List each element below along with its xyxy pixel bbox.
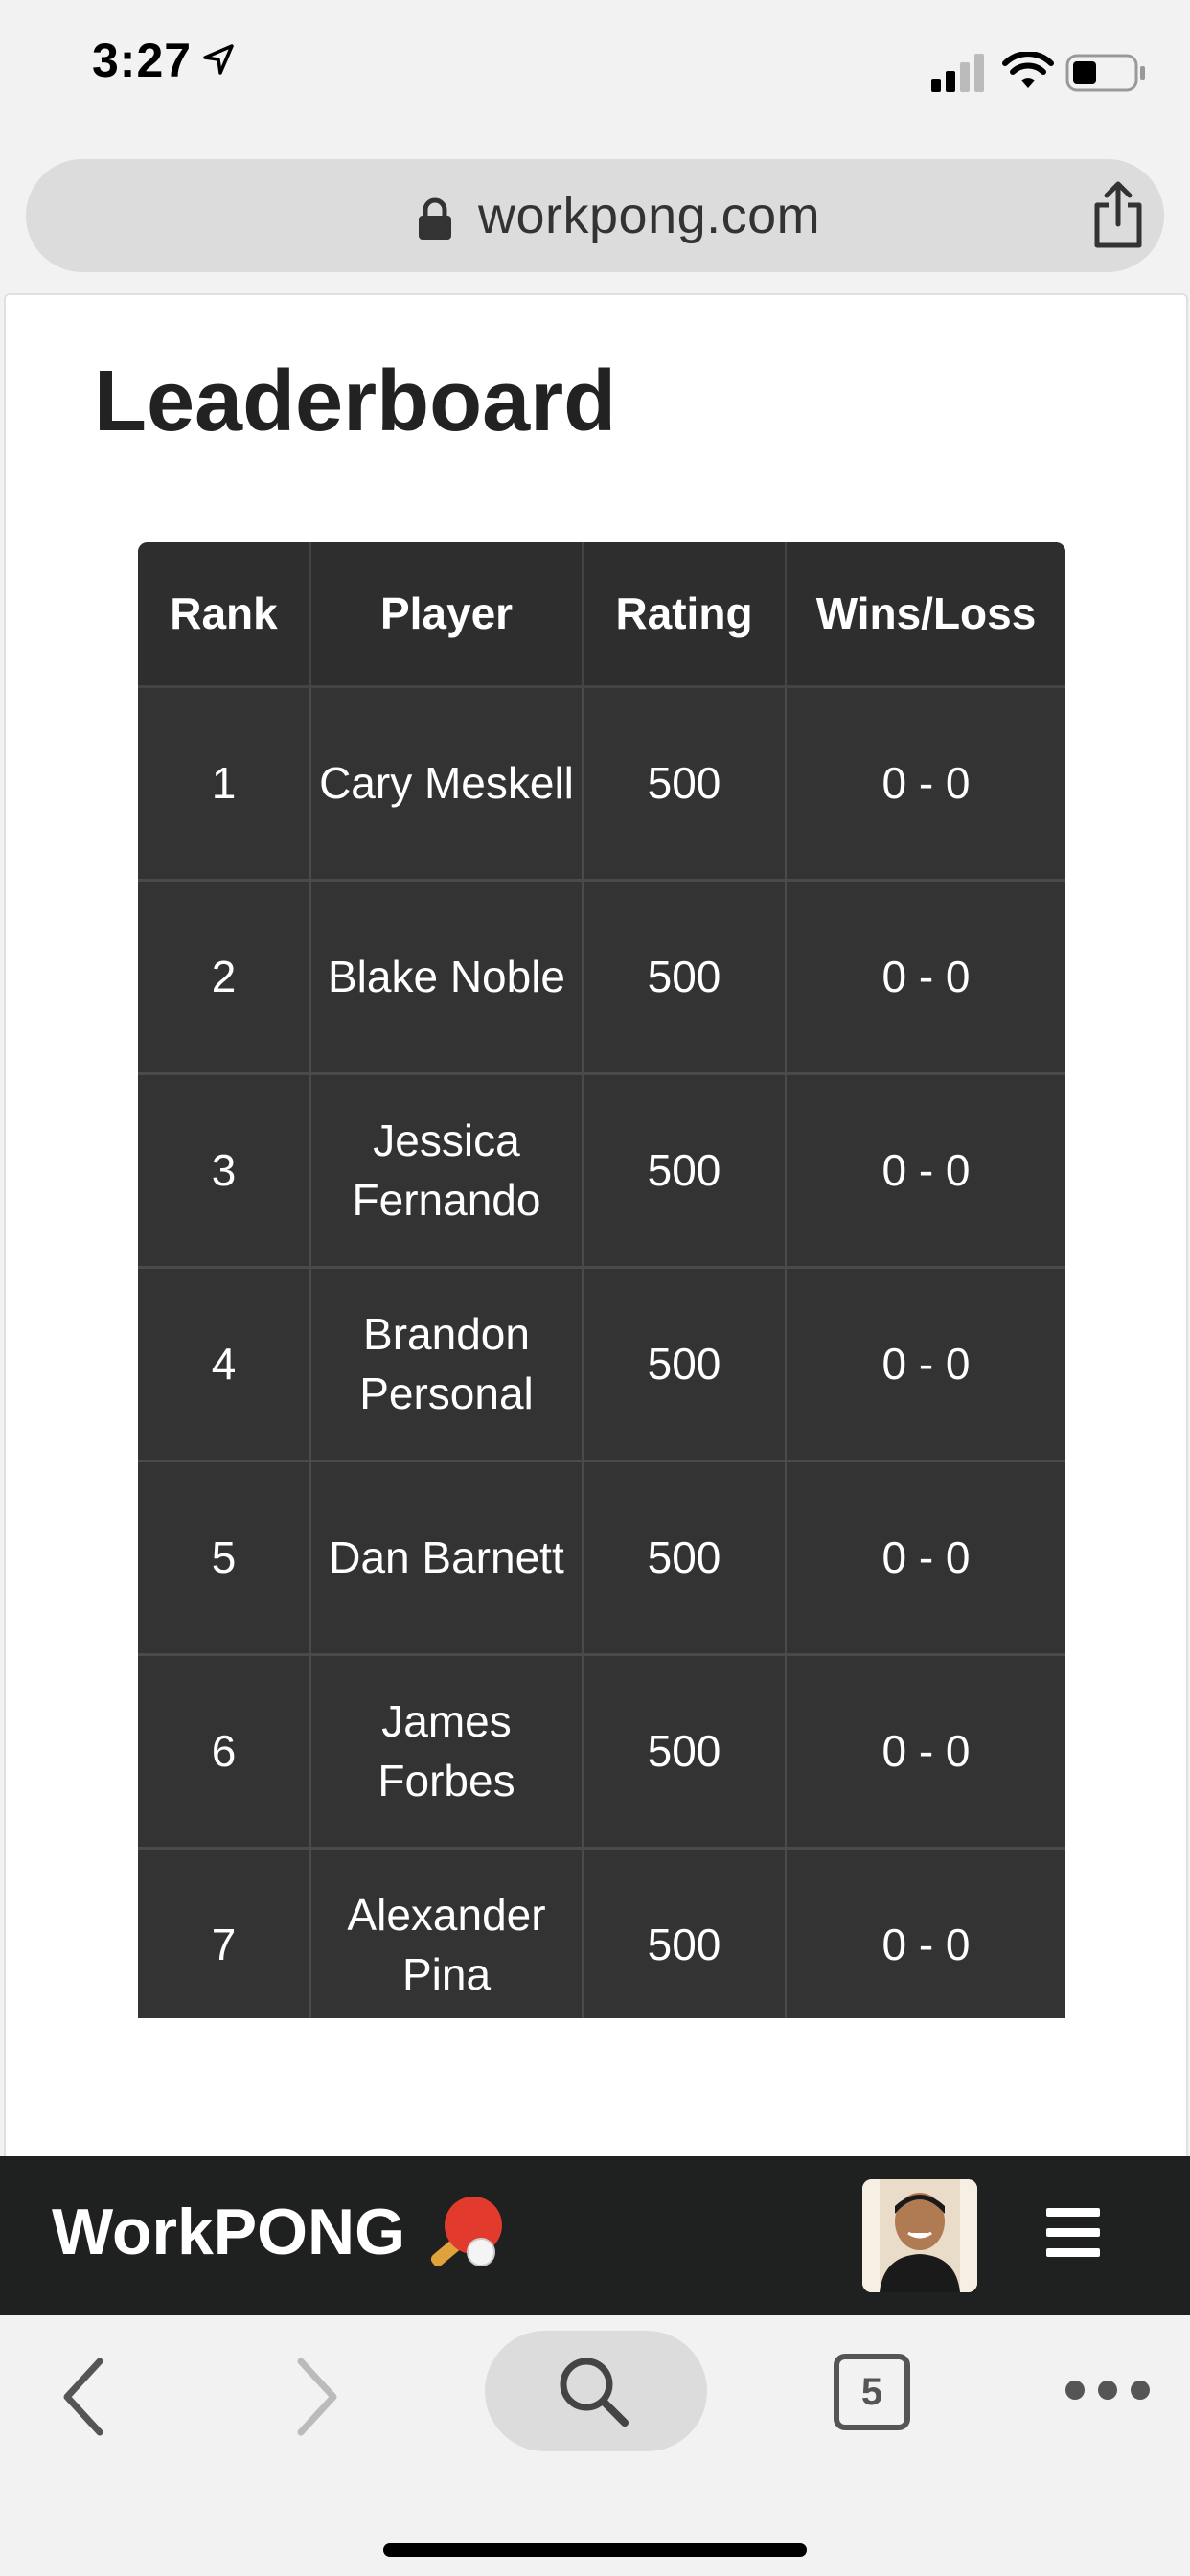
rating-cell: 500	[583, 1073, 787, 1269]
cellular-signal-icon	[931, 54, 984, 92]
record-cell: 0 - 0	[786, 1654, 1065, 1850]
record-cell: 0 - 0	[786, 880, 1065, 1075]
record-cell: 0 - 0	[786, 1848, 1065, 2018]
forward-arrow-icon[interactable]	[289, 2354, 343, 2440]
rating-cell: 500	[583, 1460, 787, 1656]
more-options-icon[interactable]	[1064, 2377, 1152, 2404]
address-bar[interactable]: workpong.com	[26, 159, 1164, 272]
column-header-rating: Rating	[583, 542, 787, 688]
leaderboard-table: Rank Player Rating Wins/Loss 1 Cary Mesk…	[138, 542, 1065, 2018]
table-row: 5 Dan Barnett 500 0 - 0	[138, 1460, 1065, 1656]
browser-toolbar: 5	[0, 2315, 1190, 2576]
lock-icon	[419, 197, 451, 240]
search-button[interactable]	[485, 2331, 707, 2451]
rank-cell: 3	[138, 1073, 311, 1269]
table-row: 6 James Forbes 500 0 - 0	[138, 1654, 1065, 1850]
table-row: 7 Alexander Pina 500 0 - 0	[138, 1848, 1065, 2018]
player-cell: James Forbes	[310, 1654, 584, 1850]
location-arrow-icon	[203, 44, 234, 75]
page-title: Leaderboard	[94, 354, 617, 449]
site-navbar: WorkPONG	[0, 2156, 1190, 2315]
search-icon	[560, 2358, 629, 2426]
battery-icon	[1065, 54, 1145, 92]
hamburger-menu-icon[interactable]	[1046, 2208, 1100, 2262]
url-text[interactable]: workpong.com	[478, 186, 820, 245]
status-time: 3:27	[92, 34, 193, 87]
record-cell: 0 - 0	[786, 686, 1065, 882]
home-indicator[interactable]	[383, 2543, 807, 2557]
status-bar: 3:27	[0, 0, 1190, 134]
rank-cell: 6	[138, 1654, 311, 1850]
column-header-player: Player	[310, 542, 584, 688]
brand-logo-text[interactable]: WorkPONG	[52, 2195, 405, 2269]
player-cell: Blake Noble	[310, 880, 584, 1075]
wifi-icon	[1002, 52, 1054, 88]
rating-cell: 500	[583, 686, 787, 882]
user-avatar[interactable]	[862, 2179, 977, 2292]
rating-cell: 500	[583, 1654, 787, 1850]
rank-cell: 4	[138, 1267, 311, 1462]
rank-cell: 2	[138, 880, 311, 1075]
player-cell: Brandon Personal	[310, 1267, 584, 1462]
column-header-rank: Rank	[138, 542, 311, 688]
column-header-record: Wins/Loss	[786, 542, 1065, 688]
rank-cell: 5	[138, 1460, 311, 1656]
player-cell: Dan Barnett	[310, 1460, 584, 1656]
table-row: 4 Brandon Personal 500 0 - 0	[138, 1267, 1065, 1462]
table-row: 3 Jessica Fernando 500 0 - 0	[138, 1073, 1065, 1269]
rating-cell: 500	[583, 880, 787, 1075]
table-header-row: Rank Player Rating Wins/Loss	[138, 542, 1065, 688]
player-cell: Jessica Fernando	[310, 1073, 584, 1269]
record-cell: 0 - 0	[786, 1073, 1065, 1269]
table-row: 1 Cary Meskell 500 0 - 0	[138, 686, 1065, 882]
web-page: Leaderboard Rank Player Rating Wins/Loss…	[4, 293, 1188, 2156]
record-cell: 0 - 0	[786, 1460, 1065, 1656]
player-cell: Alexander Pina	[310, 1848, 584, 2018]
rating-cell: 500	[583, 1848, 787, 2018]
back-arrow-icon[interactable]	[57, 2354, 111, 2440]
player-cell: Cary Meskell	[310, 686, 584, 882]
rank-cell: 1	[138, 686, 311, 882]
rank-cell: 7	[138, 1848, 311, 2018]
share-icon[interactable]	[1089, 180, 1147, 249]
tabs-button[interactable]: 5	[834, 2354, 910, 2430]
table-row: 2 Blake Noble 500 0 - 0	[138, 880, 1065, 1075]
rating-cell: 500	[583, 1267, 787, 1462]
record-cell: 0 - 0	[786, 1267, 1065, 1462]
ping-pong-paddle-icon	[430, 2196, 502, 2266]
